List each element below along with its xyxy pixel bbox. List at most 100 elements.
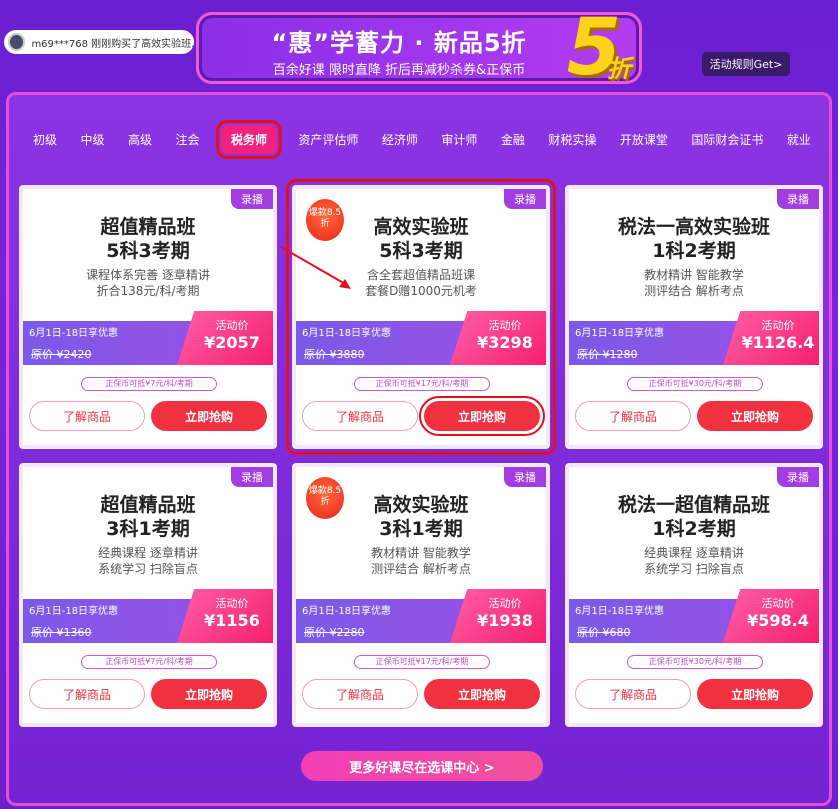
- course-desc-line2: 测评结合 解析考点: [371, 562, 471, 576]
- coupon-badge[interactable]: 正保币可抵¥17元/科/考期: [354, 377, 490, 391]
- more-courses-button[interactable]: 更多好课尽在选课中心 >: [301, 751, 543, 781]
- promo-strip: 6月1日-18日享优惠 原价 ¥680 活动价 ¥598.4: [569, 589, 819, 643]
- course-desc-line1: 教材精讲 智能教学: [371, 546, 471, 560]
- course-desc: 课程体系完善 逐章精讲 折合138元/科/考期: [23, 267, 273, 299]
- activity-price-label: 活动价: [488, 319, 522, 332]
- promo-date: 6月1日-18日享优惠: [575, 606, 665, 617]
- learn-more-button[interactable]: 了解商品: [302, 679, 418, 709]
- recorded-tag: 录播: [231, 467, 273, 487]
- tab-9[interactable]: 财税实操: [546, 127, 598, 152]
- activity-price-label: 活动价: [215, 597, 249, 610]
- course-card: 录播 超值精品班 5科3考期 课程体系完善 逐章精讲 折合138元/科/考期 6…: [19, 185, 277, 449]
- course-desc-line1: 课程体系完善 逐章精讲: [86, 268, 210, 282]
- course-name: 高效实验班 3科1考期: [296, 493, 546, 541]
- tab-8[interactable]: 金融: [499, 127, 527, 152]
- tab-2[interactable]: 高级: [126, 127, 154, 152]
- tab-10[interactable]: 开放课堂: [618, 127, 670, 152]
- course-name-line2: 3科1考期: [106, 518, 190, 540]
- course-name-line2: 1科2考期: [652, 240, 736, 262]
- coupon-badge[interactable]: 正保币可抵¥30元/科/考期: [627, 377, 763, 391]
- buy-now-button[interactable]: 立即抢购: [151, 401, 267, 431]
- promo-banner: “惠”学蓄力 · 新品5折 百余好课 限时直降 折后再减秒杀券&正保币 5 折: [196, 3, 642, 93]
- learn-more-button[interactable]: 了解商品: [575, 401, 691, 431]
- activity-price-box: 活动价 ¥1126.4: [723, 311, 819, 365]
- coupon-badge[interactable]: 正保币可抵¥17元/科/考期: [354, 655, 490, 669]
- course-name: 超值精品班 5科3考期: [23, 215, 273, 263]
- activity-price-box: 活动价 ¥2057: [177, 311, 273, 365]
- course-desc-line2: 系统学习 扫除盲点: [644, 562, 744, 576]
- course-card: 录播 爆款8.5折 高效实验班 5科3考期 含全套超值精品班课 套餐D赠1000…: [286, 179, 556, 455]
- promo-date: 6月1日-18日享优惠: [29, 328, 119, 339]
- course-name-line2: 5科3考期: [106, 240, 190, 262]
- ticker-text: m69***768 刚刚购买了高效实验班...: [31, 38, 194, 50]
- tab-11[interactable]: 国际财会证书: [689, 127, 765, 152]
- learn-more-button[interactable]: 了解商品: [302, 401, 418, 431]
- course-panel: 初级 中级 高级 注会 税务师 资产评估师 经济师 审计师 金融 财税实操 开放课堂 国际财会证书 就业…: [6, 92, 832, 806]
- buy-now-button[interactable]: 立即抢购: [697, 679, 813, 709]
- course-name-line2: 1科2考期: [652, 518, 736, 540]
- promo-date: 6月1日-18日享优惠: [29, 606, 119, 617]
- course-desc: 经典课程 逐章精讲 系统学习 扫除盲点: [23, 545, 273, 577]
- original-price: 原价 ¥680: [577, 626, 631, 639]
- course-name-line1: 高效实验班: [373, 494, 469, 516]
- original-price: 原价 ¥2420: [31, 348, 92, 361]
- activity-price: ¥2057: [204, 333, 260, 352]
- course-desc-line2: 折合138元/科/考期: [96, 284, 200, 298]
- promo-date: 6月1日-18日享优惠: [302, 606, 392, 617]
- tab-1[interactable]: 中级: [78, 127, 106, 152]
- activity-price: ¥3298: [477, 333, 533, 352]
- buy-now-button[interactable]: 立即抢购: [424, 679, 540, 709]
- buy-now-button[interactable]: 立即抢购: [419, 396, 545, 436]
- course-grid: 录播 超值精品班 5科3考期 课程体系完善 逐章精讲 折合138元/科/考期 6…: [19, 179, 825, 727]
- course-desc-line2: 系统学习 扫除盲点: [98, 562, 198, 576]
- original-price: 原价 ¥1280: [577, 348, 638, 361]
- course-name: 税法一高效实验班 1科2考期: [569, 215, 819, 263]
- activity-price: ¥1126.4: [741, 333, 815, 352]
- course-desc-line1: 经典课程 逐章精讲: [98, 546, 198, 560]
- original-price: 原价 ¥3880: [304, 348, 365, 361]
- course-desc-line2: 测评结合 解析考点: [644, 284, 744, 298]
- activity-price-label: 活动价: [761, 597, 795, 610]
- tab-7[interactable]: 审计师: [439, 127, 479, 152]
- buy-now-button[interactable]: 立即抢购: [697, 401, 813, 431]
- activity-price-label: 活动价: [761, 319, 795, 332]
- tab-4[interactable]: 税务师: [215, 120, 282, 159]
- course-card: 录播 税法一超值精品班 1科2考期 经典课程 逐章精讲 系统学习 扫除盲点 6月…: [565, 463, 823, 727]
- promo-strip: 6月1日-18日享优惠 原价 ¥2420 活动价 ¥2057: [23, 311, 273, 365]
- course-desc: 经典课程 逐章精讲 系统学习 扫除盲点: [569, 545, 819, 577]
- course-card: 录播 税法一高效实验班 1科2考期 教材精讲 智能教学 测评结合 解析考点 6月…: [565, 185, 823, 449]
- category-tabs: 初级 中级 高级 注会 税务师 资产评估师 经济师 审计师 金融 财税实操 开放课堂 国际财会证书 就业: [17, 120, 827, 159]
- coupon-badge[interactable]: 正保币可抵¥7元/科/考期: [81, 377, 217, 391]
- banner-subtitle: 百余好课 限时直降 折后再减秒杀券&正保币: [272, 63, 526, 78]
- learn-more-button[interactable]: 了解商品: [29, 401, 145, 431]
- course-name-line1: 税法一高效实验班: [617, 216, 770, 238]
- learn-more-button[interactable]: 了解商品: [575, 679, 691, 709]
- promo-strip: 6月1日-18日享优惠 原价 ¥2280 活动价 ¥1938: [296, 589, 546, 643]
- promo-date: 6月1日-18日享优惠: [575, 328, 665, 339]
- tab-0[interactable]: 初级: [31, 127, 59, 152]
- purchase-ticker: m69***768 刚刚购买了高效实验班...: [4, 30, 194, 54]
- recorded-tag: 录播: [777, 467, 819, 487]
- course-name-line2: 3科1考期: [379, 518, 463, 540]
- coupon-badge[interactable]: 正保币可抵¥30元/科/考期: [627, 655, 763, 669]
- tab-12[interactable]: 就业: [785, 127, 813, 152]
- recorded-tag: 录播: [231, 189, 273, 209]
- promo-strip: 6月1日-18日享优惠 原价 ¥1280 活动价 ¥1126.4: [569, 311, 819, 365]
- learn-more-button[interactable]: 了解商品: [29, 679, 145, 709]
- course-name-line1: 超值精品班: [100, 494, 196, 516]
- tab-5[interactable]: 资产评估师: [296, 127, 360, 152]
- banner-discount-unit: 折: [607, 55, 631, 83]
- course-desc-line1: 教材精讲 智能教学: [644, 268, 744, 282]
- course-name-line1: 高效实验班: [373, 216, 469, 238]
- pointer-arrow-icon: [280, 246, 351, 289]
- coupon-badge[interactable]: 正保币可抵¥7元/科/考期: [81, 655, 217, 669]
- activity-price-box: 活动价 ¥1938: [450, 589, 546, 643]
- course-name-line1: 超值精品班: [100, 216, 196, 238]
- buy-now-button[interactable]: 立即抢购: [151, 679, 267, 709]
- tab-3[interactable]: 注会: [173, 127, 201, 152]
- activity-rules-button[interactable]: 活动规则Get>: [702, 52, 790, 76]
- tab-6[interactable]: 经济师: [380, 127, 420, 152]
- recorded-tag: 录播: [504, 189, 546, 209]
- activity-price-box: 活动价 ¥3298: [450, 311, 546, 365]
- course-card: 录播 超值精品班 3科1考期 经典课程 逐章精讲 系统学习 扫除盲点 6月1日-…: [19, 463, 277, 727]
